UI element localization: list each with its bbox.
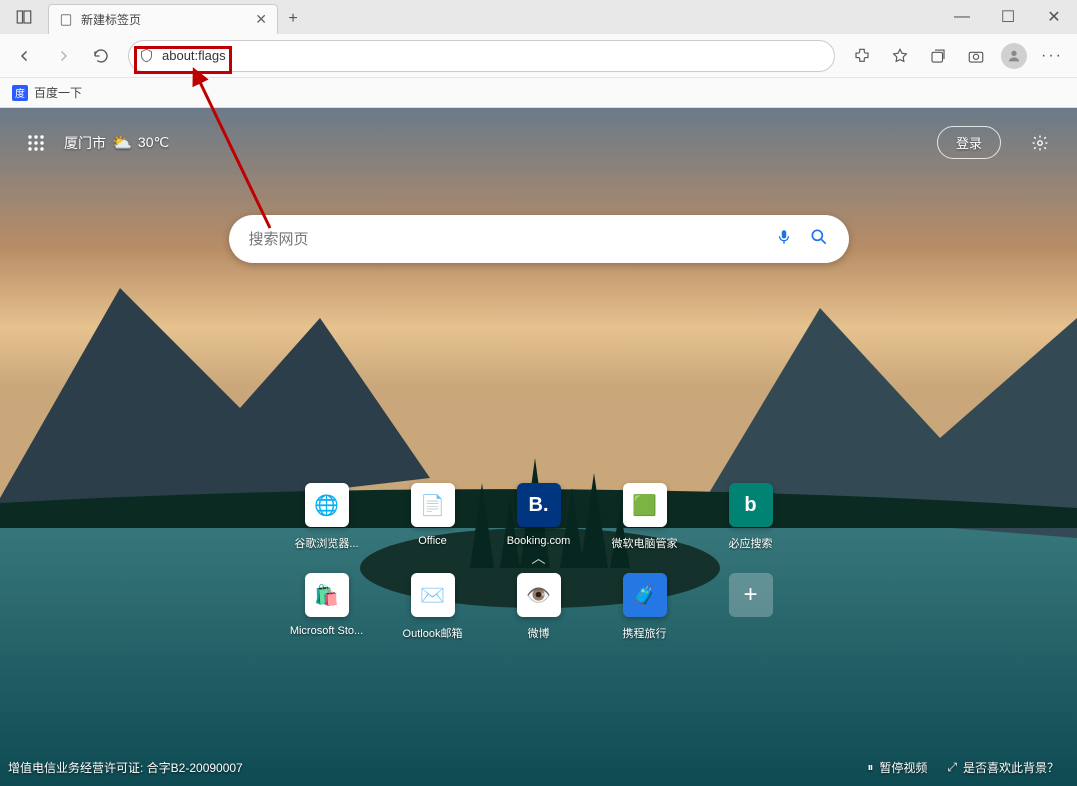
quick-link-tile[interactable]: 📄 Office xyxy=(380,483,486,551)
footer-license: 增值电信业务经营许可证: 合字B2-20090007 xyxy=(8,759,243,776)
search-input[interactable] xyxy=(249,231,775,248)
minimize-icon: — xyxy=(954,8,970,26)
favorites-button[interactable] xyxy=(883,39,917,73)
extensions-button[interactable] xyxy=(845,39,879,73)
avatar-icon xyxy=(1001,43,1027,69)
screenshot-button[interactable] xyxy=(959,39,993,73)
quick-link-tile[interactable]: 🧳 携程旅行 xyxy=(592,573,698,641)
weather-widget[interactable]: 厦门市 ⛅ 30℃ xyxy=(64,133,169,153)
tile-icon: 🟩 xyxy=(623,483,667,527)
reload-button[interactable] xyxy=(84,39,118,73)
toolbar: ··· xyxy=(0,34,1077,78)
plus-icon: + xyxy=(729,573,773,617)
minimize-button[interactable]: — xyxy=(939,0,985,34)
quick-link-tile[interactable]: b 必应搜索 xyxy=(698,483,804,551)
login-button[interactable]: 登录 xyxy=(937,126,1001,159)
window-controls: — ☐ ✕ xyxy=(939,0,1077,34)
quick-link-tile[interactable]: 👁️ 微博 xyxy=(486,573,592,641)
tab-title: 新建标签页 xyxy=(81,11,141,28)
quick-link-tile[interactable]: B. Booking.com xyxy=(486,483,592,551)
tile-icon: 👁️ xyxy=(517,573,561,617)
plus-icon: + xyxy=(288,10,297,28)
back-icon xyxy=(16,47,34,65)
ntp-overlay: 厦门市 ⛅ 30℃ 登录 ︿ 🌐 谷歌浏览器... 📄 Office B. Booking… xyxy=(0,108,1077,786)
weather-temp: 30℃ xyxy=(138,134,169,151)
profile-button[interactable] xyxy=(997,39,1031,73)
new-tab-page: 厦门市 ⛅ 30℃ 登录 ︿ 🌐 谷歌浏览器... 📄 Office B. Booking… xyxy=(0,108,1077,786)
tile-icon: 🛍️ xyxy=(305,573,349,617)
quick-link-tile[interactable]: ✉️ Outlook邮箱 xyxy=(380,573,486,641)
ntp-settings-button[interactable] xyxy=(1025,128,1055,158)
search-icon xyxy=(809,227,829,247)
address-input[interactable] xyxy=(162,48,824,63)
collections-icon xyxy=(929,47,947,65)
menu-icon: ··· xyxy=(1041,47,1063,65)
quick-link-tile[interactable]: 🛍️ Microsoft Sto... xyxy=(274,573,380,641)
tile-icon: ✉️ xyxy=(411,573,455,617)
mic-icon xyxy=(775,228,793,246)
tile-label: 谷歌浏览器... xyxy=(294,535,358,551)
weather-icon: ⛅ xyxy=(112,133,132,153)
bookmark-baidu-icon: 度 xyxy=(12,85,28,101)
search-button[interactable] xyxy=(809,227,829,252)
app-launcher-button[interactable] xyxy=(22,129,50,157)
bookmark-baidu[interactable]: 百度一下 xyxy=(34,84,82,101)
tile-label: Outlook邮箱 xyxy=(403,625,463,641)
tile-label: 微软电脑管家 xyxy=(612,535,678,551)
ntp-top-row: 厦门市 ⛅ 30℃ 登录 xyxy=(0,108,1077,177)
tile-label: 微博 xyxy=(528,625,550,641)
title-bar: 新建标签页 ✕ + — ☐ ✕ xyxy=(0,0,1077,34)
expand-chevron[interactable]: ︿ xyxy=(532,548,546,568)
toolbar-right: ··· xyxy=(845,39,1069,73)
tabs: 新建标签页 ✕ + xyxy=(48,0,308,34)
tile-label: Microsoft Sto... xyxy=(290,625,363,637)
grid-icon xyxy=(27,134,45,152)
close-window-button[interactable]: ✕ xyxy=(1031,0,1077,34)
collections-button[interactable] xyxy=(921,39,955,73)
weather-city: 厦门市 xyxy=(64,133,106,153)
tab-grid-icon xyxy=(15,8,33,26)
menu-button[interactable]: ··· xyxy=(1035,39,1069,73)
puzzle-icon xyxy=(853,47,871,65)
camera-icon xyxy=(967,47,985,65)
pause-video-button[interactable]: ⏸ 暂停视频 xyxy=(857,759,937,776)
add-quick-link-button[interactable]: + xyxy=(698,573,804,641)
forward-icon xyxy=(54,47,72,65)
tile-label: Booking.com xyxy=(507,535,571,547)
tile-icon: 🌐 xyxy=(305,483,349,527)
search-box[interactable] xyxy=(229,215,849,263)
reload-icon xyxy=(92,47,110,65)
tile-icon: 📄 xyxy=(411,483,455,527)
quick-link-tile[interactable]: 🌐 谷歌浏览器... xyxy=(274,483,380,551)
expand-icon: ⤢ xyxy=(947,760,957,775)
tile-icon: B. xyxy=(517,483,561,527)
gear-icon xyxy=(1031,134,1049,152)
forward-button[interactable] xyxy=(46,39,80,73)
tile-label: Office xyxy=(418,535,447,547)
bookmarks-bar: 度 百度一下 xyxy=(0,78,1077,108)
star-icon xyxy=(891,47,909,65)
tab-actions-button[interactable] xyxy=(0,0,48,34)
maximize-icon: ☐ xyxy=(1001,7,1015,27)
site-identity-icon[interactable] xyxy=(139,48,154,63)
background-feedback-button[interactable]: ⤢ 是否喜欢此背景？ xyxy=(937,759,1069,776)
quick-link-tile[interactable]: 🟩 微软电脑管家 xyxy=(592,483,698,551)
maximize-button[interactable]: ☐ xyxy=(985,0,1031,34)
tile-icon: b xyxy=(729,483,773,527)
tile-label: 携程旅行 xyxy=(623,625,667,641)
new-tab-button[interactable]: + xyxy=(278,4,308,34)
ntp-footer: 增值电信业务经营许可证: 合字B2-20090007 ⏸ 暂停视频 ⤢ 是否喜欢… xyxy=(0,748,1077,786)
address-bar[interactable] xyxy=(128,40,835,72)
tile-icon: 🧳 xyxy=(623,573,667,617)
tab-close-button[interactable]: ✕ xyxy=(255,11,267,28)
back-button[interactable] xyxy=(8,39,42,73)
tile-label: 必应搜索 xyxy=(729,535,773,551)
tab-active[interactable]: 新建标签页 ✕ xyxy=(48,4,278,34)
close-icon: ✕ xyxy=(1047,7,1060,27)
tab-page-icon xyxy=(59,13,73,27)
voice-search-button[interactable] xyxy=(775,228,793,251)
pause-icon: ⏸ xyxy=(867,760,873,775)
